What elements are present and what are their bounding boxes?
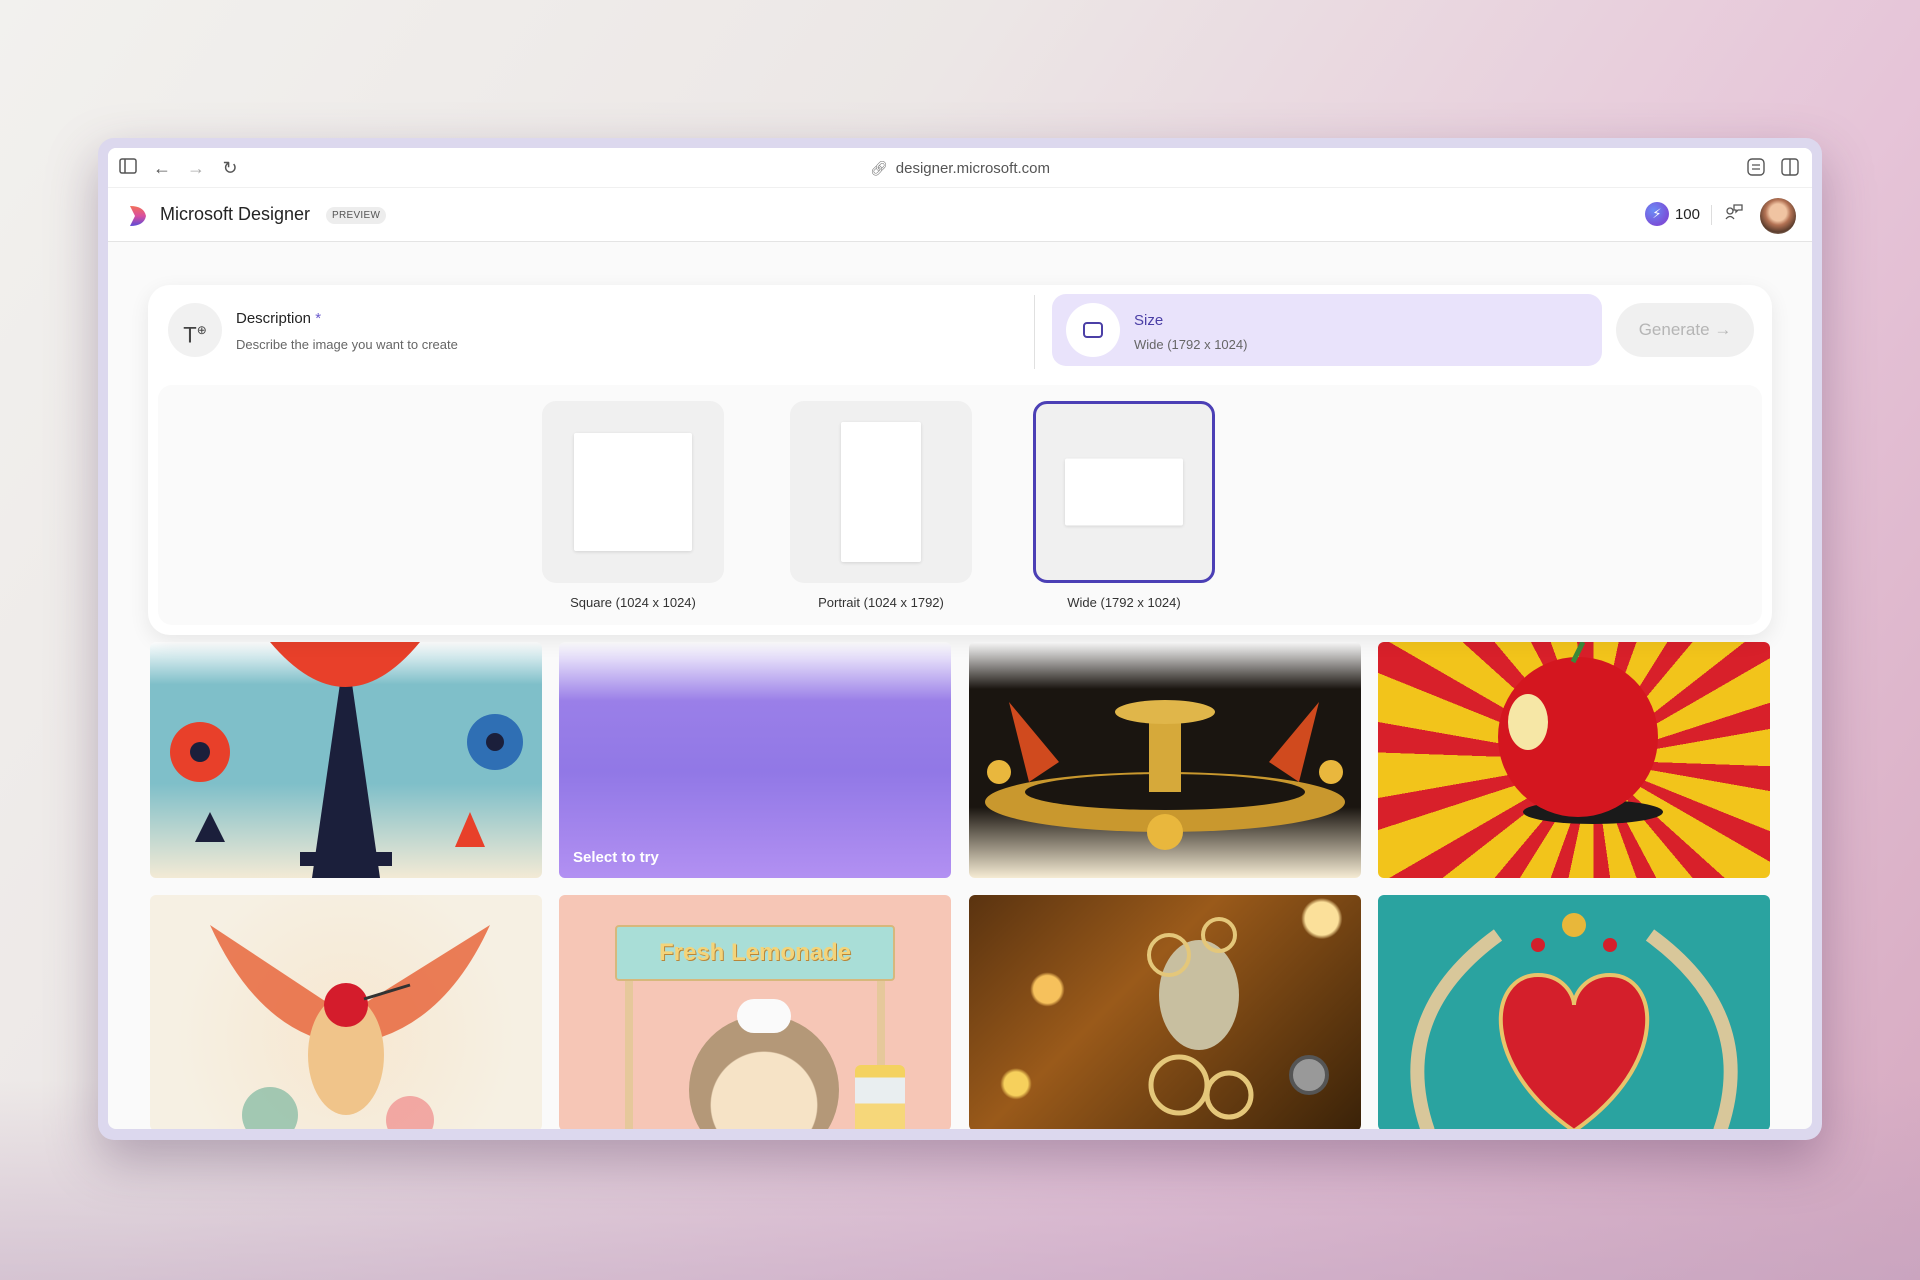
- tile-fountain-art: [985, 700, 1345, 850]
- gallery-tile-hummingbird[interactable]: [150, 895, 542, 1129]
- size-options: Square (1024 x 1024) Portrait (1024 x 17…: [158, 385, 1762, 625]
- lemonade-pitcher: [855, 1065, 905, 1129]
- tile-hummingbird-art: [210, 925, 490, 1129]
- text-add-icon: T⊕: [168, 303, 222, 357]
- chef-hat: [737, 999, 791, 1033]
- required-mark: *: [315, 310, 322, 327]
- gallery-tile-lemonade[interactable]: Fresh Lemonade: [559, 895, 951, 1129]
- description-title-text: Description: [236, 310, 312, 327]
- size-option-square-label: Square (1024 x 1024): [570, 595, 696, 610]
- portrait-preview-shape: [841, 422, 921, 562]
- select-to-try-label: Select to try: [573, 849, 659, 866]
- generate-button[interactable]: Generate →: [1616, 303, 1754, 357]
- size-title: Size: [1134, 312, 1164, 329]
- size-option-square[interactable]: [542, 401, 724, 583]
- size-selector[interactable]: Size Wide (1792 x 1024): [1052, 294, 1602, 366]
- square-preview-shape: [574, 433, 692, 551]
- sign-post-left: [625, 981, 633, 1129]
- field-divider: [1034, 295, 1035, 369]
- browser-window: ← → ↻ 🔗︎ designer.microsoft.com Microsoft…: [108, 148, 1812, 1129]
- gallery-tile-select-to-try[interactable]: Select to try: [559, 642, 951, 878]
- gallery-tile-liberty[interactable]: [150, 642, 542, 878]
- gallery-tile-heart[interactable]: [1378, 895, 1770, 1129]
- wide-preview-shape: [1065, 458, 1183, 526]
- size-option-portrait-label: Portrait (1024 x 1792): [818, 595, 944, 610]
- gallery-tile-steampunk[interactable]: [969, 895, 1361, 1129]
- description-title: Description *: [236, 310, 321, 327]
- tile-heart-art: [1410, 913, 1738, 1129]
- lemonade-sign: Fresh Lemonade: [615, 925, 895, 981]
- tile-steampunk-art: [1147, 917, 1329, 1120]
- arrow-right-icon: →: [1714, 320, 1732, 339]
- size-option-portrait[interactable]: [790, 401, 972, 583]
- prompt-panel: T⊕ Description * Describe the image you …: [148, 285, 1772, 635]
- size-value: Wide (1792 x 1024): [1134, 337, 1248, 352]
- description-field[interactable]: T⊕ Description * Describe the image you …: [168, 303, 1008, 363]
- size-option-wide-label: Wide (1792 x 1024): [1067, 595, 1181, 610]
- gallery-tile-fountain[interactable]: [969, 642, 1361, 878]
- description-placeholder: Describe the image you want to create: [236, 337, 458, 352]
- tile-liberty-art: [170, 642, 523, 878]
- gallery-tile-cherry[interactable]: [1378, 642, 1770, 878]
- tile-cherry-art: [1498, 642, 1663, 824]
- browser-window-frame: ← → ↻ 🔗︎ designer.microsoft.com Microsoft…: [98, 138, 1822, 1140]
- size-option-wide[interactable]: [1033, 401, 1215, 583]
- aspect-ratio-icon: [1066, 303, 1120, 357]
- generate-label: Generate: [1638, 320, 1710, 339]
